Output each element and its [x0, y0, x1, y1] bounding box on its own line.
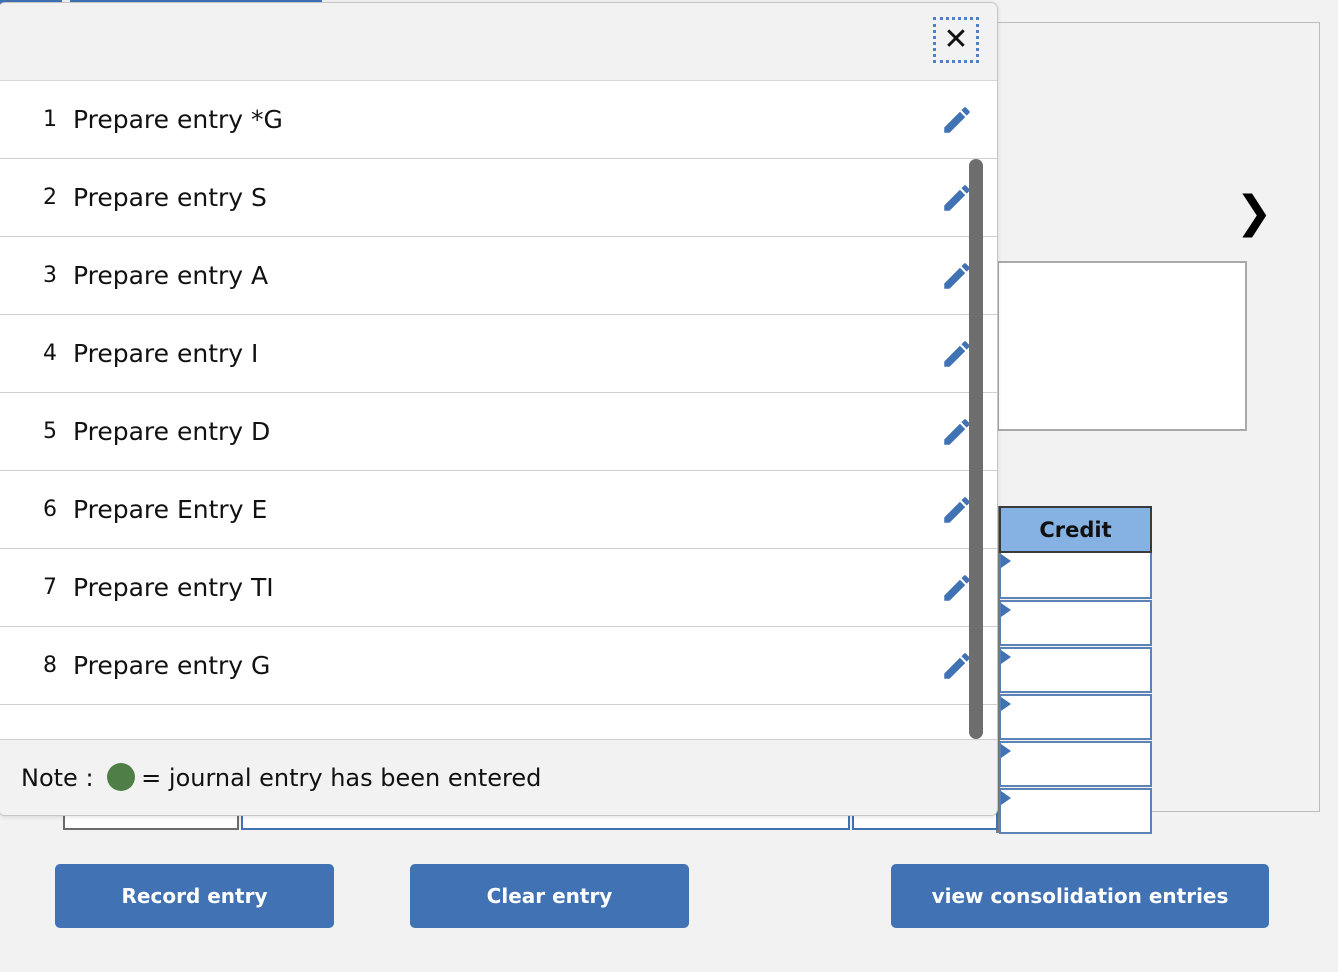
cell-marker-triangle-icon: [1001, 697, 1011, 711]
pencil-icon[interactable]: [915, 181, 997, 215]
credit-cell[interactable]: [999, 553, 1152, 599]
entry-number: 6: [43, 497, 57, 522]
entry-label: Prepare entry *G: [73, 105, 283, 134]
app-root: ❯ Credit Record entry Clear entry view c…: [0, 0, 1338, 972]
clear-entry-button[interactable]: Clear entry: [410, 864, 689, 928]
pencil-icon[interactable]: [915, 103, 997, 137]
list-item[interactable]: 5 Prepare entry D: [0, 393, 997, 471]
entry-number: 1: [43, 107, 57, 132]
scrollbar-thumb[interactable]: [969, 159, 983, 739]
pencil-icon[interactable]: [915, 571, 997, 605]
note-legend: Note : = journal entry has been entered: [21, 763, 541, 792]
entry-label: Prepare entry TI: [73, 573, 274, 602]
credit-column-header: Credit: [999, 506, 1152, 553]
list-item[interactable]: 1 Prepare entry *G: [0, 81, 997, 159]
credit-cell[interactable]: [999, 694, 1152, 740]
pencil-icon[interactable]: [915, 337, 997, 371]
record-entry-button[interactable]: Record entry: [55, 864, 334, 928]
entry-label: Prepare entry G: [73, 651, 271, 680]
cell-marker-triangle-icon: [1001, 791, 1011, 805]
note-suffix: = journal entry has been entered: [141, 764, 542, 792]
pencil-icon[interactable]: [915, 493, 997, 527]
list-item[interactable]: 6 Prepare Entry E: [0, 471, 997, 549]
view-consolidation-entries-button[interactable]: view consolidation entries: [891, 864, 1269, 928]
green-circle-icon: [107, 763, 136, 791]
close-glyph: ✕: [943, 22, 969, 57]
pencil-icon[interactable]: [915, 415, 997, 449]
entry-label: Prepare entry S: [73, 183, 267, 212]
entry-label: Prepare entry A: [73, 261, 269, 290]
cell-marker-triangle-icon: [1001, 554, 1011, 568]
entry-list: 1 Prepare entry *G 2 Prepare entry S 3 P…: [0, 81, 997, 705]
pencil-icon[interactable]: [915, 649, 997, 683]
pencil-icon[interactable]: [915, 259, 997, 293]
entry-number: 2: [43, 185, 57, 210]
note-prefix: Note :: [21, 764, 102, 792]
entry-number: 3: [43, 263, 57, 288]
entry-selection-dialog: ✕ 1 Prepare entry *G 2 Prepare entry S 3…: [0, 2, 998, 816]
entry-number: 4: [43, 341, 57, 366]
entry-label: Prepare entry I: [73, 339, 259, 368]
entry-label: Prepare Entry E: [73, 495, 268, 524]
entry-number: 7: [43, 575, 57, 600]
list-item[interactable]: 3 Prepare entry A: [0, 237, 997, 315]
dialog-footer: Note : = journal entry has been entered: [0, 739, 997, 815]
dialog-header: ✕: [0, 3, 997, 81]
close-icon[interactable]: ✕: [933, 17, 979, 63]
list-item[interactable]: 2 Prepare entry S: [0, 159, 997, 237]
list-item[interactable]: 7 Prepare entry TI: [0, 549, 997, 627]
dialog-body: 1 Prepare entry *G 2 Prepare entry S 3 P…: [0, 81, 997, 739]
cell-marker-triangle-icon: [1001, 744, 1011, 758]
chevron-right-icon[interactable]: ❯: [1232, 190, 1276, 236]
credit-cell[interactable]: [999, 741, 1152, 787]
entry-number: 5: [43, 419, 57, 444]
dialog-scrollbar[interactable]: [969, 81, 983, 739]
background-white-box: [997, 261, 1247, 431]
cell-marker-triangle-icon: [1001, 603, 1011, 617]
list-item[interactable]: 4 Prepare entry I: [0, 315, 997, 393]
credit-column: Credit: [999, 506, 1152, 834]
credit-cell[interactable]: [999, 600, 1152, 646]
list-item[interactable]: 8 Prepare entry G: [0, 627, 997, 705]
cell-marker-triangle-icon: [1001, 650, 1011, 664]
entry-number: 8: [43, 653, 57, 678]
credit-cell[interactable]: [999, 647, 1152, 693]
entry-label: Prepare entry D: [73, 417, 271, 446]
